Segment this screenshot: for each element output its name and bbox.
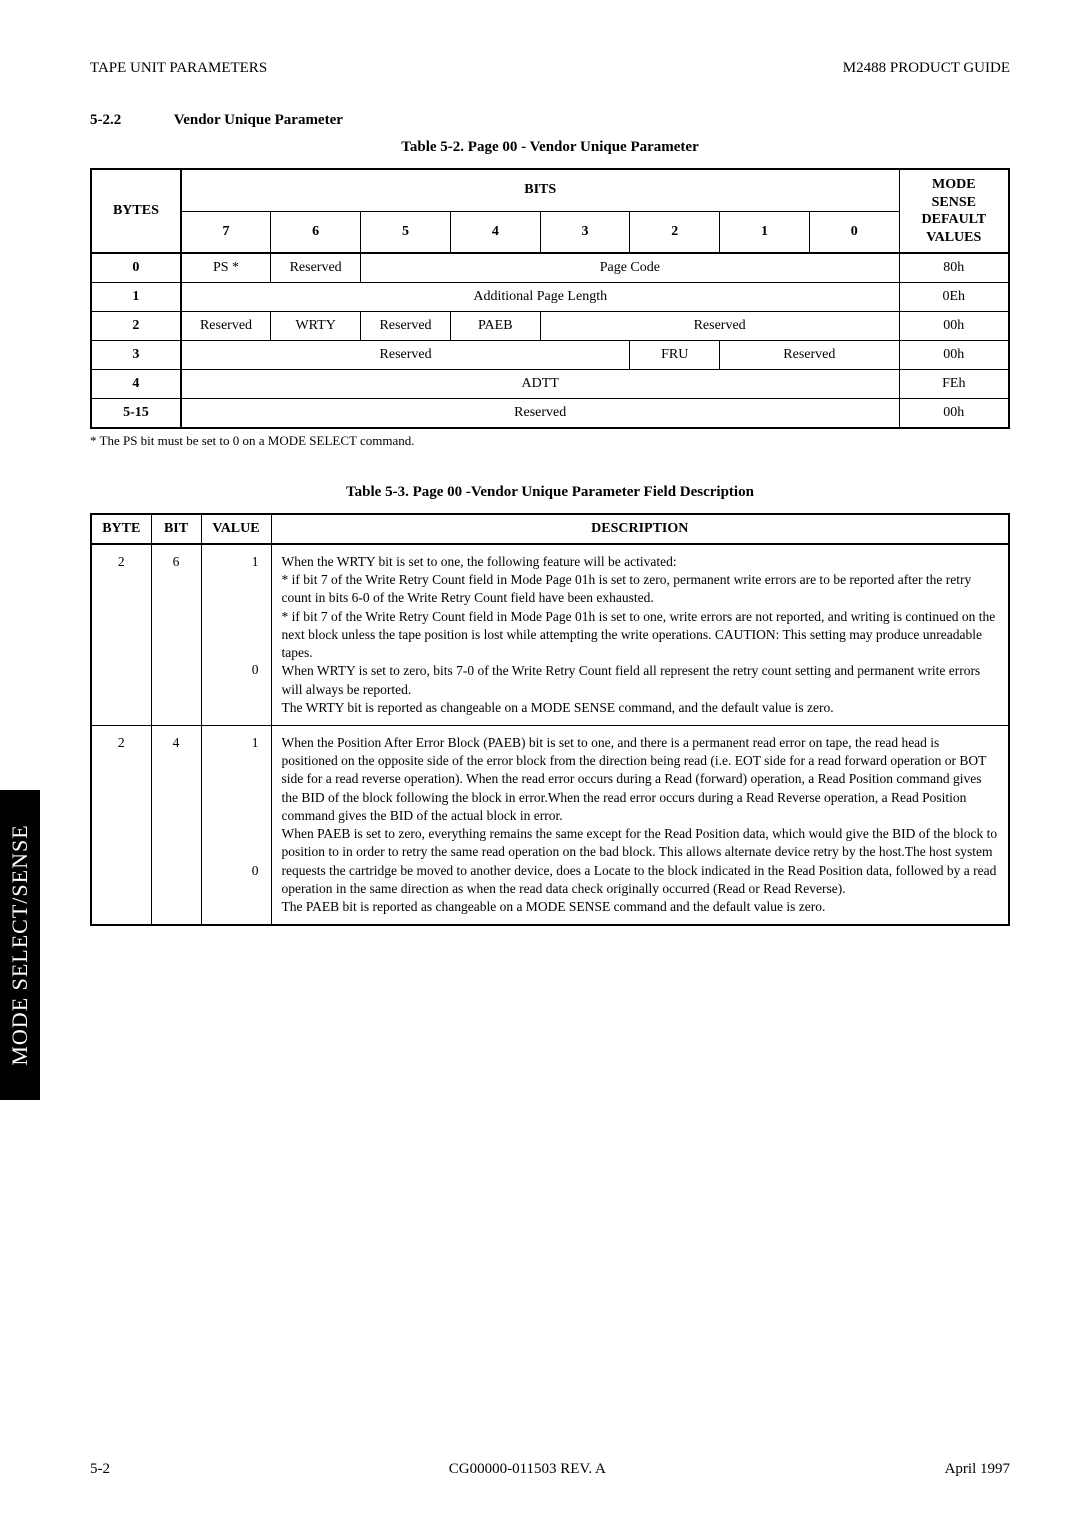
th-b1: 1 [720,211,810,253]
desc-paeb: When the Position After Error Block (PAE… [271,725,1009,925]
th-b0: 0 [809,211,899,253]
th-b5: 5 [361,211,451,253]
table-row: 5-15 Reserved 00h [91,399,1009,429]
table-row: 0 PS * Reserved Page Code 80h [91,253,1009,283]
table-row: 1 Additional Page Length 0Eh [91,283,1009,312]
table-row: 2 6 1 0 When the WRTY bit is set to one,… [91,544,1009,725]
th-bytes: BYTES [91,169,181,253]
side-tab: MODE SELECT/SENSE [0,790,40,1100]
page-header: TAPE UNIT PARAMETERS M2488 PRODUCT GUIDE [90,60,1010,77]
table1-footnote: * The PS bit must be set to 0 on a MODE … [90,433,1010,449]
section-heading: 5-2.2 Vendor Unique Parameter [90,112,1010,129]
th-b7: 7 [181,211,271,253]
table-row: 3 Reserved FRU Reserved 00h [91,341,1009,370]
header-right: M2488 PRODUCT GUIDE [843,60,1010,77]
th-b3: 3 [540,211,630,253]
th-description: DESCRIPTION [271,514,1009,544]
th-b6: 6 [271,211,361,253]
section-title: Vendor Unique Parameter [174,112,343,128]
footer-center: CG00000-011503 REV. A [449,1461,606,1478]
header-left: TAPE UNIT PARAMETERS [90,60,267,77]
th-value: VALUE [201,514,271,544]
table1-caption: Table 5-2. Page 00 - Vendor Unique Param… [90,139,1010,156]
th-bit: BIT [151,514,201,544]
table-row: 2 4 1 0 When the Position After Error Bl… [91,725,1009,925]
table-field-description: BYTE BIT VALUE DESCRIPTION 2 6 1 0 When … [90,513,1010,926]
section-number: 5-2.2 [90,112,170,129]
th-bits: BITS [181,169,899,211]
table2-caption: Table 5-3. Page 00 -Vendor Unique Parame… [90,484,1010,501]
th-b4: 4 [450,211,540,253]
th-b2: 2 [630,211,720,253]
table-row: 2 Reserved WRTY Reserved PAEB Reserved 0… [91,312,1009,341]
desc-wrty: When the WRTY bit is set to one, the fol… [271,544,1009,725]
table-row: 4 ADTT FEh [91,370,1009,399]
footer-left: 5-2 [90,1461,110,1478]
page-footer: 5-2 CG00000-011503 REV. A April 1997 [90,1461,1010,1478]
table-vendor-unique-parameter: BYTES BITS MODE SENSE DEFAULT VALUES 7 6… [90,168,1010,429]
th-byte: BYTE [91,514,151,544]
th-mode: MODE SENSE DEFAULT VALUES [899,169,1009,253]
footer-right: April 1997 [945,1461,1010,1478]
side-tab-label: MODE SELECT/SENSE [7,824,33,1065]
